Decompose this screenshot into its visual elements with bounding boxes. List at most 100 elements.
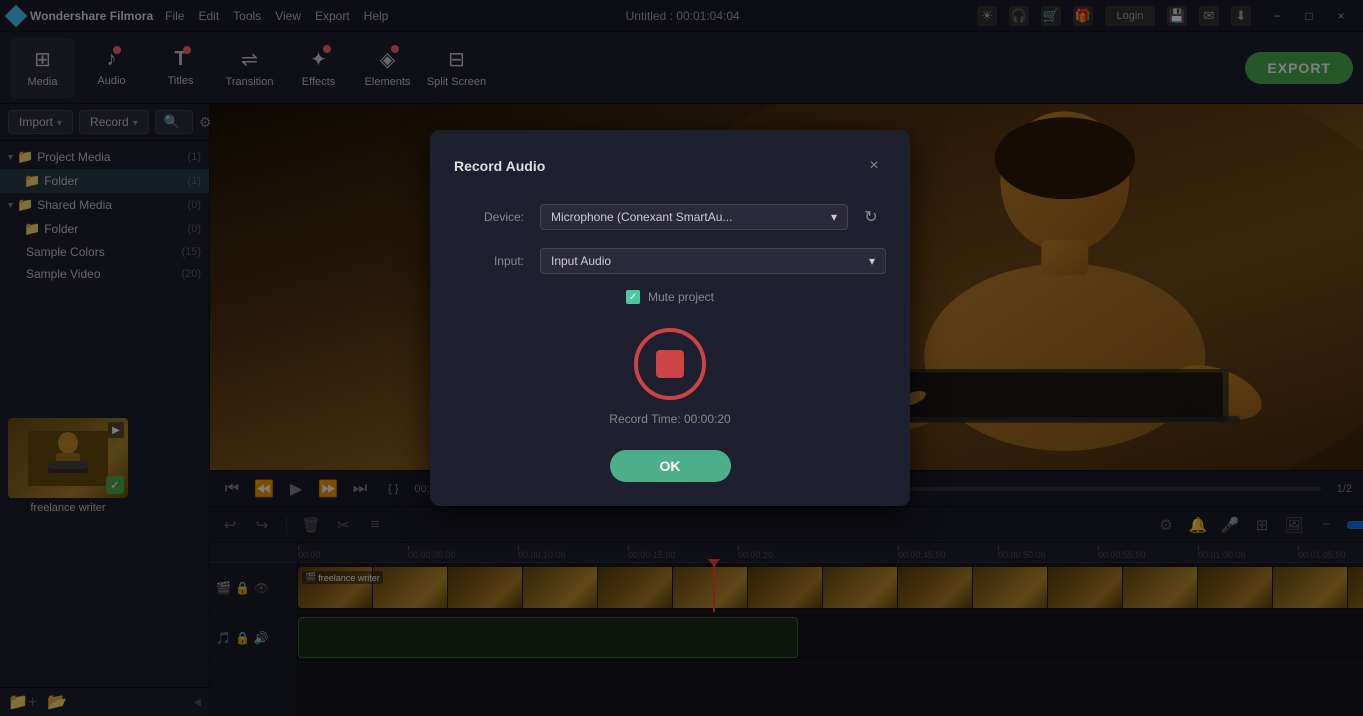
input-row: Input: Input Audio ▾: [454, 248, 886, 274]
elements-dot: [391, 45, 399, 53]
sun-icon[interactable]: ☀: [977, 6, 997, 26]
import-button[interactable]: Import: [8, 110, 73, 134]
refresh-button[interactable]: ↻: [856, 202, 886, 232]
play-button[interactable]: ▶: [284, 477, 308, 501]
input-select[interactable]: Input Audio ▾: [540, 248, 886, 274]
menu-file[interactable]: File: [165, 9, 184, 23]
window-controls[interactable]: − □ ×: [1263, 6, 1355, 26]
download-icon[interactable]: ⬇: [1231, 6, 1251, 26]
timeline: ↩ ↪ 🗑 ✂ ≡ ⚙ 🔔 🎤 ⊞ 🖼 − + ⏸: [210, 506, 1363, 716]
new-folder-icon[interactable]: 📂: [47, 692, 67, 712]
step-forward-button[interactable]: ⏩: [316, 477, 340, 501]
undo-button[interactable]: ↩: [218, 513, 242, 537]
titlebar-left: Wondershare Filmora File Edit Tools View…: [8, 8, 388, 24]
mail-icon[interactable]: ✉: [1199, 6, 1219, 26]
record-start-button[interactable]: [634, 328, 706, 400]
lock-icon[interactable]: 🔒: [235, 581, 250, 595]
device-select[interactable]: Microphone (Conexant SmartAu... ▾: [540, 204, 848, 230]
ruler-tick-50: 00:00:50:00: [998, 550, 1046, 560]
mute-checkbox[interactable]: ✓: [626, 290, 640, 304]
scissors-button[interactable]: ✂: [331, 513, 355, 537]
fast-forward-button[interactable]: ⏭: [348, 477, 372, 501]
frame-9: [898, 567, 973, 608]
tree-folder[interactable]: 📁 Folder (1): [0, 169, 209, 193]
tab-titles[interactable]: T Titles: [148, 38, 213, 98]
tree-project-media[interactable]: ▾ 📁 Project Media (1): [0, 145, 209, 169]
audio-track: [298, 613, 1363, 663]
zoom-out-button[interactable]: −: [1314, 513, 1338, 537]
add-folder-icon[interactable]: 📁+: [8, 692, 37, 712]
effects-panel-button[interactable]: ⚙: [1154, 513, 1178, 537]
tab-split-screen[interactable]: ⊟ Split Screen: [424, 38, 489, 98]
device-value: Microphone (Conexant SmartAu...: [551, 210, 732, 224]
tree-shared-media[interactable]: ▾ 📁 Shared Media (0): [0, 193, 209, 217]
login-button[interactable]: Login: [1105, 6, 1155, 26]
cart-icon[interactable]: 🛒: [1041, 6, 1061, 26]
thumbnail-button[interactable]: 🖼: [1282, 513, 1306, 537]
record-time-value: 00:00:20: [684, 412, 731, 426]
tab-audio[interactable]: ♪ Audio: [79, 38, 144, 98]
step-back-button[interactable]: ⏪: [252, 477, 276, 501]
page-info: 1/2: [1337, 483, 1352, 495]
zoom-slider[interactable]: [1346, 517, 1363, 533]
menu-view[interactable]: View: [275, 9, 301, 23]
search-box[interactable]: 🔍: [155, 110, 193, 134]
voice-button[interactable]: 🎤: [1218, 513, 1242, 537]
ok-button[interactable]: OK: [610, 450, 731, 482]
frame-12: [1123, 567, 1198, 608]
shared-media-label: Shared Media: [37, 198, 183, 212]
audio-clip[interactable]: [298, 617, 798, 658]
redo-button[interactable]: ↪: [250, 513, 274, 537]
import-chevron: [57, 115, 62, 129]
delete-button[interactable]: 🗑: [299, 513, 323, 537]
media-item-freelance-writer[interactable]: ▶ ✓ freelance writer: [8, 418, 128, 514]
menu-edit[interactable]: Edit: [198, 9, 219, 23]
tab-media-label: Media: [28, 76, 58, 88]
timeline-content[interactable]: 00:00 00:00:05:00 00:00:10:00 00:00:15:0…: [298, 543, 1363, 716]
minimize-button[interactable]: −: [1263, 6, 1291, 26]
tree-shared-folder[interactable]: 📁 Folder (0): [0, 217, 209, 241]
menu-help[interactable]: Help: [364, 9, 389, 23]
tab-audio-label: Audio: [97, 75, 125, 87]
video-track: 🎬 freelance writer: [298, 563, 1363, 613]
close-button[interactable]: ×: [1327, 6, 1355, 26]
tab-effects[interactable]: ✦ Effects: [286, 38, 351, 98]
input-label: Input:: [454, 254, 524, 268]
menu-tools[interactable]: Tools: [233, 9, 261, 23]
video-clip[interactable]: 🎬 freelance writer: [298, 567, 1363, 608]
tab-elements[interactable]: ◈ Elements: [355, 38, 420, 98]
collapse-icon[interactable]: ◀: [193, 697, 201, 708]
frame-3: [448, 567, 523, 608]
menu-bar[interactable]: File Edit Tools View Export Help: [165, 9, 388, 23]
tab-transition[interactable]: ⇌ Transition: [217, 38, 282, 98]
effects-dot: [323, 45, 331, 53]
rewind-button[interactable]: ⏮: [220, 477, 244, 501]
gift-icon[interactable]: 🎁: [1073, 6, 1093, 26]
audio-mix-button[interactable]: 🔔: [1186, 513, 1210, 537]
title-bar: Wondershare Filmora File Edit Tools View…: [0, 0, 1363, 32]
shared-folder-count: (0): [188, 223, 201, 235]
modal-close-button[interactable]: ×: [862, 154, 886, 178]
eye-icon[interactable]: 👁: [254, 581, 269, 595]
record-button[interactable]: Record: [79, 110, 149, 134]
headphone-icon[interactable]: 🎧: [1009, 6, 1029, 26]
thumbnail-preview: [28, 431, 108, 486]
menu-export[interactable]: Export: [315, 9, 350, 23]
tab-media[interactable]: ⊞ Media: [10, 38, 75, 98]
frame-15: [1348, 567, 1363, 608]
device-chevron: ▾: [831, 210, 837, 224]
stabilize-button[interactable]: ⊞: [1250, 513, 1274, 537]
audio-mute-icon[interactable]: 🔊: [254, 631, 269, 645]
maximize-button[interactable]: □: [1295, 6, 1323, 26]
time-code: { }: [388, 483, 398, 495]
tree-sample-video[interactable]: Sample Video (20): [0, 263, 209, 285]
export-button[interactable]: EXPORT: [1245, 52, 1353, 84]
save-icon[interactable]: 💾: [1167, 6, 1187, 26]
adjust-button[interactable]: ≡: [363, 513, 387, 537]
frame-5: [598, 567, 673, 608]
transition-icon: ⇌: [241, 47, 258, 72]
timeline-body: 🎬 🔒 👁 🎵 🔒 🔊 00:00 00:00:05:00 00:00: [210, 543, 1363, 716]
tree-sample-colors[interactable]: Sample Colors (15): [0, 241, 209, 263]
audio-lock-icon[interactable]: 🔒: [235, 631, 250, 645]
ruler-tick-55: 00:00:55:00: [1098, 550, 1146, 560]
